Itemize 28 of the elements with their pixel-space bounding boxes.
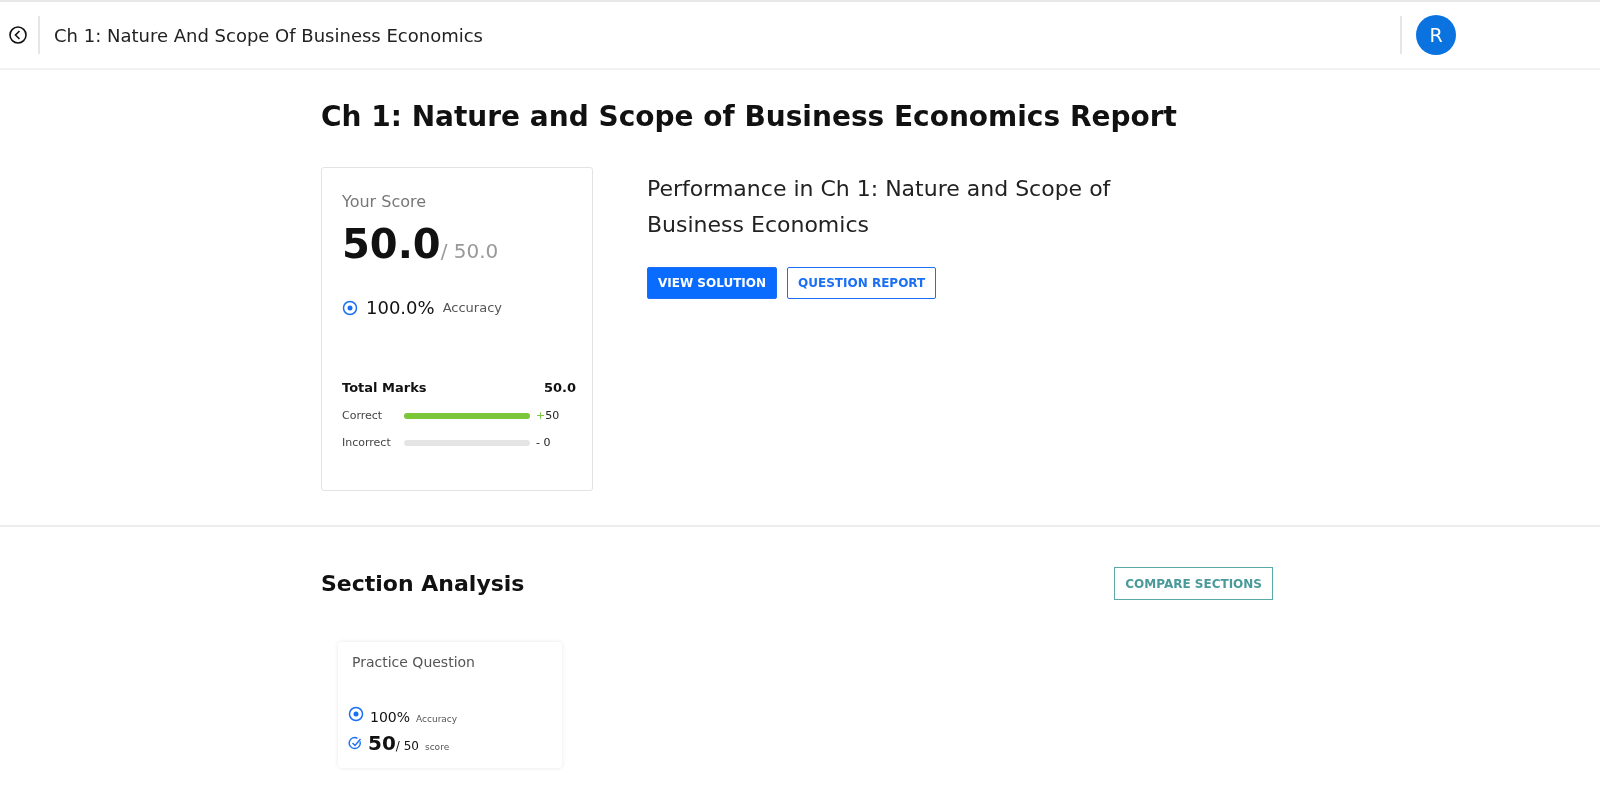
page-title: Ch 1: Nature And Scope Of Business Economics xyxy=(54,24,484,46)
total-marks-value: 50.0 xyxy=(543,380,576,395)
view-solution-button[interactable]: VIEW SOLUTION xyxy=(647,267,778,299)
total-marks-label: Total Marks xyxy=(342,380,427,395)
section-score: 50/ 50 xyxy=(368,731,419,755)
section-accuracy: 100% xyxy=(370,709,411,725)
marks-label: Incorrect xyxy=(342,436,392,449)
marks-value: +50 xyxy=(536,409,561,422)
back-button[interactable] xyxy=(8,25,28,45)
marks-value: - 0 xyxy=(536,436,552,449)
accuracy-value: 100.0% xyxy=(366,297,435,318)
check-circle-icon xyxy=(348,736,362,750)
target-icon xyxy=(348,706,364,722)
section-name: Practice Question xyxy=(352,654,476,672)
target-icon xyxy=(342,299,358,316)
report-title: Ch 1: Nature and Scope of Business Economics Report xyxy=(321,100,1178,133)
score-value: 50.0 xyxy=(342,221,441,267)
score-label: Your Score xyxy=(342,192,428,211)
score-label: score xyxy=(425,742,450,752)
question-report-button[interactable]: QUESTION REPORT xyxy=(787,267,937,299)
performance-heading: Performance in Ch 1: Nature and Scope of Business Economics xyxy=(647,175,1112,239)
section-heading: Section Analysis xyxy=(321,571,525,596)
user-avatar[interactable]: R xyxy=(1416,15,1456,55)
marks-label: Correct xyxy=(342,409,384,422)
score-max: / 50.0 xyxy=(440,239,499,263)
accuracy-label: Accuracy xyxy=(442,300,502,315)
accuracy-label: Accuracy xyxy=(416,714,458,724)
compare-sections-button[interactable]: COMPARE SECTIONS xyxy=(1114,567,1273,600)
